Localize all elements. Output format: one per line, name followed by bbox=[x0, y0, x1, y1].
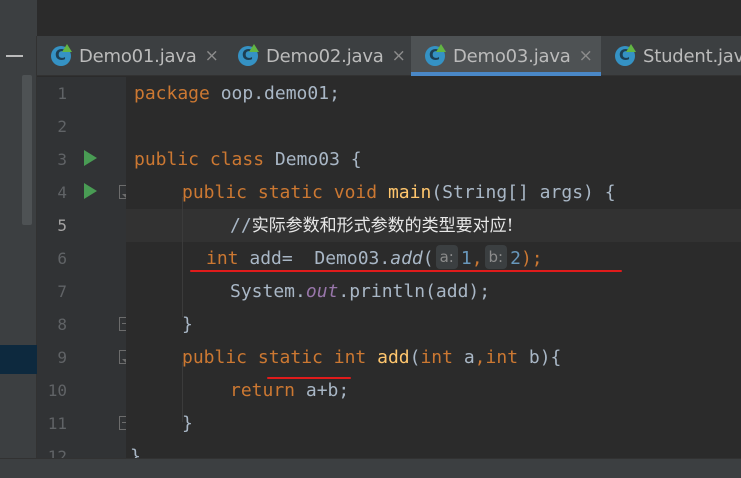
line-number: 6 bbox=[57, 249, 67, 268]
project-panel-strip bbox=[0, 0, 37, 458]
tab-label: Demo03.java bbox=[453, 45, 571, 67]
java-class-icon bbox=[615, 44, 636, 66]
tab-demo03[interactable]: Demo03.java × bbox=[411, 36, 601, 76]
line-number: 2 bbox=[57, 117, 67, 136]
horizontal-scrollbar[interactable] bbox=[0, 458, 741, 478]
collapse-minus-icon[interactable] bbox=[6, 55, 23, 57]
code-line-4: public static void main(String[] args) { bbox=[182, 182, 616, 203]
tab-label: Student.java bbox=[643, 45, 741, 67]
annotation-underline bbox=[267, 377, 351, 379]
project-scrollbar-thumb[interactable] bbox=[22, 75, 32, 225]
tab-demo01[interactable]: Demo01.java × bbox=[37, 36, 224, 76]
close-icon[interactable]: × bbox=[579, 46, 593, 66]
project-selected-row[interactable] bbox=[0, 345, 37, 374]
code-line-3: public class Demo03 { bbox=[134, 149, 362, 170]
code-line-1: package oop.demo01; bbox=[134, 83, 340, 104]
indent-guide bbox=[182, 197, 183, 317]
code-line-8: } bbox=[182, 314, 193, 335]
code-line-7: System.out.println(add); bbox=[230, 281, 491, 302]
line-number: 7 bbox=[57, 282, 67, 301]
tab-label: Demo01.java bbox=[79, 45, 197, 67]
java-class-icon bbox=[425, 44, 446, 66]
line-number: 4 bbox=[57, 183, 67, 202]
line-number: 1 bbox=[57, 84, 67, 103]
tab-demo02[interactable]: Demo02.java × bbox=[224, 36, 411, 76]
code-line-5: //实际参数和形式参数的类型要对应! bbox=[230, 215, 514, 236]
close-icon[interactable]: × bbox=[205, 46, 219, 66]
run-main-icon[interactable] bbox=[84, 183, 97, 199]
param-hint-a: a: bbox=[435, 245, 458, 269]
line-number: 10 bbox=[47, 381, 67, 400]
run-class-icon[interactable] bbox=[84, 150, 97, 166]
java-class-icon bbox=[51, 44, 72, 66]
code-editor[interactable]: package oop.demo01; public class Demo03 … bbox=[126, 77, 741, 458]
code-line-11: } bbox=[182, 413, 193, 434]
code-line-12: } bbox=[130, 446, 141, 458]
line-number-current: 5 bbox=[57, 216, 67, 235]
editor-gutter: 1 2 3 4 5 6 7 8 9 10 11 12 bbox=[37, 77, 133, 466]
toolbar-corner bbox=[0, 0, 37, 36]
java-class-icon bbox=[238, 44, 259, 66]
line-number: 8 bbox=[57, 315, 67, 334]
close-icon[interactable]: × bbox=[392, 46, 406, 66]
editor-tab-bar: Demo01.java × Demo02.java × Demo03.java … bbox=[37, 36, 741, 76]
code-line-9: public static int add(int a,int b){ bbox=[182, 347, 562, 368]
annotation-underline bbox=[190, 270, 622, 272]
line-number: 9 bbox=[57, 348, 67, 367]
line-number: 3 bbox=[57, 150, 67, 169]
param-hint-b: b: bbox=[484, 245, 508, 269]
tab-student[interactable]: Student.java bbox=[601, 36, 741, 76]
line-number: 11 bbox=[47, 414, 67, 433]
tab-label: Demo02.java bbox=[266, 45, 384, 67]
